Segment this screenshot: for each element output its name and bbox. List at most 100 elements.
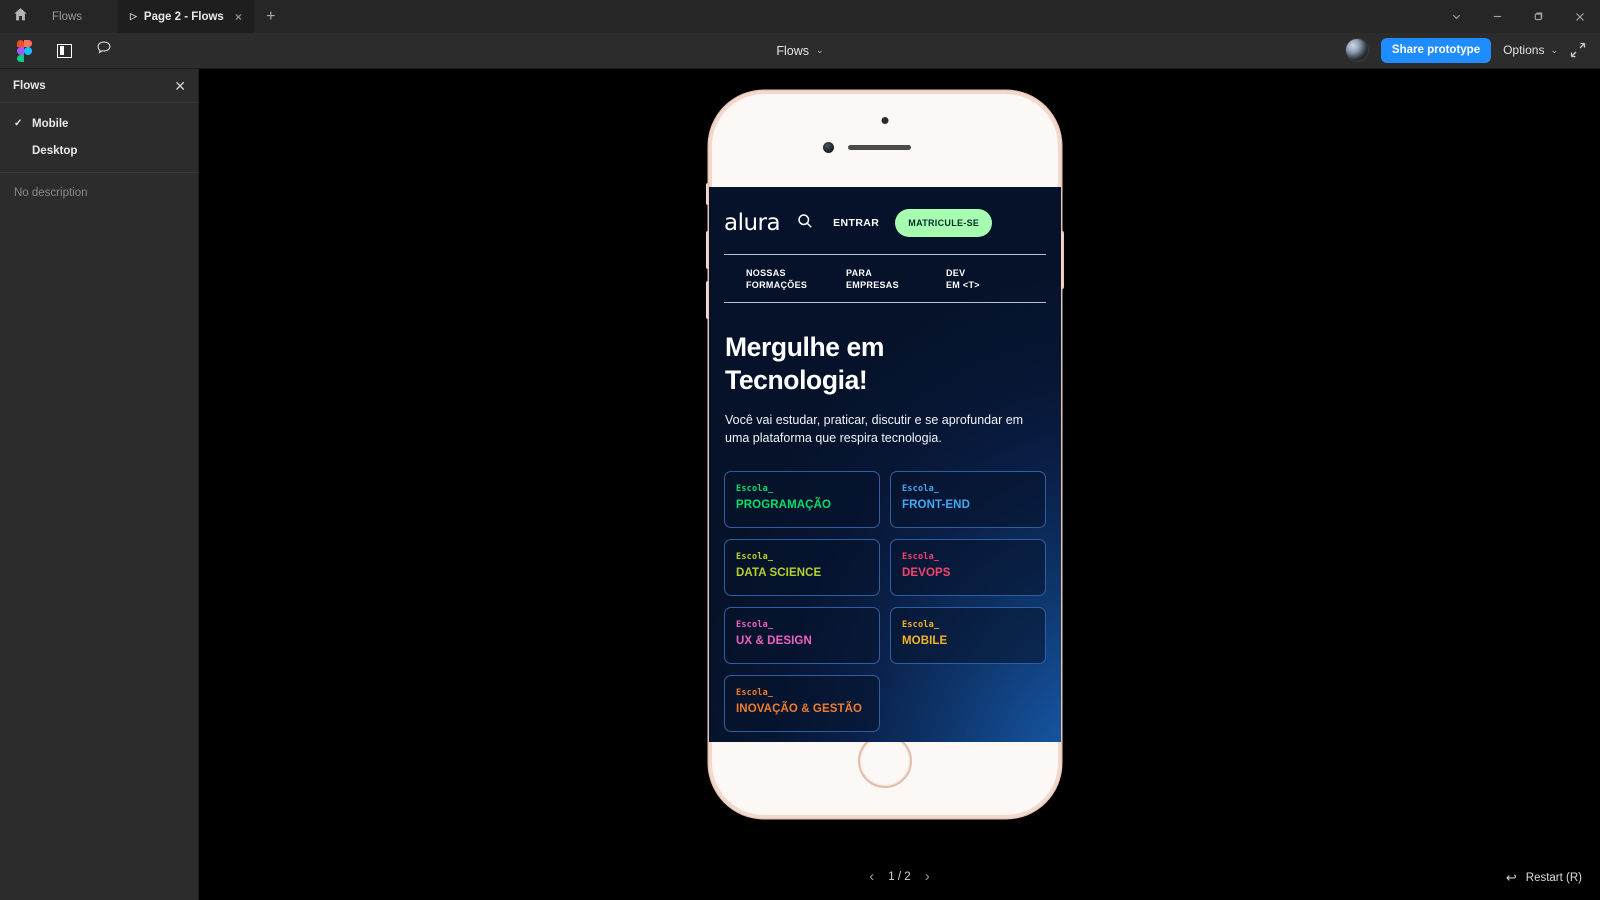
card-title: MOBILE — [902, 635, 948, 648]
fullscreen-button[interactable] — [1570, 42, 1586, 58]
figma-logo-icon — [16, 39, 32, 62]
restart-button[interactable]: ↩ Restart (R) — [1506, 870, 1582, 886]
hero-section: Mergulhe em Tecnologia! Você vai estudar,… — [709, 303, 1061, 447]
chevron-down-icon[interactable] — [1436, 0, 1477, 33]
card-data-science[interactable]: Escola_ DATA SCIENCE — [724, 539, 880, 597]
site-nav: NOSSAS FORMAÇÕES PARA EMPRESAS DEV EM <T… — [724, 255, 1046, 302]
tab-flows[interactable]: Flows — [40, 0, 118, 33]
figma-logo-button[interactable] — [12, 39, 36, 63]
card-kicker: Escola_ — [736, 484, 774, 495]
front-camera-icon — [823, 142, 834, 153]
power-button — [1060, 231, 1064, 289]
card-inovacao-gestao[interactable]: Escola_ INOVAÇÃO & GESTÃO — [724, 675, 880, 733]
nav-item-empresas[interactable]: PARA EMPRESAS — [846, 267, 946, 291]
nav-item-dev-em-t[interactable]: DEV EM <T> — [946, 267, 1046, 291]
layout-panel-toggle[interactable] — [52, 39, 76, 63]
card-title: DATA SCIENCE — [736, 567, 822, 580]
sidebar-title: Flows — [13, 79, 46, 92]
tab-page-2-flows[interactable]: ▷ Page 2 - Flows × — [118, 0, 254, 33]
home-icon — [13, 7, 28, 27]
card-kicker: Escola_ — [736, 552, 774, 563]
sidebar-item-label: Desktop — [32, 144, 78, 157]
nav-line-1: PARA — [846, 268, 873, 278]
minimize-icon[interactable] — [1477, 0, 1518, 33]
page-counter: 1 / 2 — [888, 870, 911, 883]
alura-page: alura ENTRAR MATRICULE-SE NOSSAS FORMAÇÕ… — [709, 187, 1061, 742]
card-kicker: Escola_ — [902, 552, 940, 563]
header-divider-bottom — [724, 302, 1046, 304]
school-cards-grid: Escola_ PROGRAMAÇÃO Escola_ FRONT-END Es… — [724, 471, 1046, 733]
new-tab-button[interactable]: + — [254, 0, 288, 33]
comment-button[interactable] — [92, 39, 116, 63]
home-button[interactable] — [0, 0, 40, 33]
options-button[interactable]: Options ⌄ — [1503, 43, 1558, 57]
card-kicker: Escola_ — [736, 620, 774, 631]
card-programacao[interactable]: Escola_ PROGRAMAÇÃO — [724, 471, 880, 529]
device-screen[interactable]: alura ENTRAR MATRICULE-SE NOSSAS FORMAÇÕ… — [709, 187, 1061, 742]
next-page-button[interactable]: › — [925, 869, 930, 884]
share-prototype-button[interactable]: Share prototype — [1380, 38, 1492, 63]
close-icon[interactable]: × — [235, 11, 242, 23]
sidebar-item-label: Mobile — [32, 117, 69, 130]
sensor-dot — [881, 117, 889, 124]
flow-description: No description — [14, 187, 88, 199]
nav-line-2: EMPRESAS — [846, 280, 899, 291]
enroll-button[interactable]: MATRICULE-SE — [895, 209, 993, 237]
titlebar-spacer — [288, 0, 1436, 33]
card-mobile[interactable]: Escola_ MOBILE — [890, 607, 1046, 665]
site-header: alura ENTRAR MATRICULE-SE NOSSAS FORMAÇÕ… — [709, 187, 1061, 304]
card-devops[interactable]: Escola_ DEVOPS — [890, 539, 1046, 597]
login-link[interactable]: ENTRAR — [833, 217, 879, 229]
chevron-down-icon[interactable]: ⌄ — [816, 45, 824, 56]
card-kicker: Escola_ — [902, 620, 940, 631]
play-icon: ▷ — [130, 11, 137, 21]
comment-bubble-icon — [96, 40, 112, 61]
layout-panel-icon — [56, 43, 72, 58]
nav-item-formacoes[interactable]: NOSSAS FORMAÇÕES — [746, 267, 846, 291]
alura-logo[interactable]: alura — [724, 210, 781, 236]
card-title: DEVOPS — [902, 567, 951, 580]
card-title: FRONT-END — [902, 499, 970, 512]
card-title: PROGRAMAÇÃO — [736, 499, 832, 512]
card-ux-design[interactable]: Escola_ UX & DESIGN — [724, 607, 880, 665]
card-kicker: Escola_ — [902, 484, 940, 495]
card-title: UX & DESIGN — [736, 635, 812, 648]
flows-list: ✓ Mobile Desktop — [0, 103, 198, 173]
sidebar-item-desktop[interactable]: Desktop — [0, 137, 198, 164]
options-label: Options — [1503, 43, 1545, 58]
fullscreen-icon — [1570, 43, 1586, 62]
close-icon[interactable] — [1559, 0, 1600, 33]
tab-label: Flows — [52, 10, 83, 23]
search-icon[interactable] — [797, 213, 813, 234]
device-mockup: alura ENTRAR MATRICULE-SE NOSSAS FORMAÇÕ… — [706, 89, 1064, 820]
nav-line-2: EM <T> — [946, 280, 980, 291]
prototype-toolbar: Flows ⌄ Share prototype Options ⌄ — [0, 33, 1600, 69]
page-navigation: ‹ 1 / 2 › — [199, 853, 1600, 900]
close-icon[interactable]: ✕ — [174, 79, 186, 93]
toolbar-right-group: Share prototype Options ⌄ — [1344, 38, 1600, 63]
previous-page-button[interactable]: ‹ — [869, 869, 874, 884]
nav-line-1: DEV — [946, 268, 966, 278]
sidebar-item-mobile[interactable]: ✓ Mobile — [0, 110, 198, 137]
toolbar-left-group — [0, 39, 116, 63]
nav-line-1: NOSSAS — [746, 268, 786, 278]
prototype-canvas: alura ENTRAR MATRICULE-SE NOSSAS FORMAÇÕ… — [199, 69, 1600, 900]
card-kicker: Escola_ — [736, 688, 774, 699]
prototype-title: Flows — [776, 43, 810, 58]
avatar[interactable] — [1344, 38, 1369, 63]
hero-title-line-2: Tecnologia! — [725, 365, 868, 396]
chevron-down-icon: ⌄ — [1550, 44, 1558, 55]
restart-label: Restart (R) — [1525, 872, 1582, 884]
nav-line-2: FORMAÇÕES — [746, 280, 808, 291]
check-icon: ✓ — [14, 118, 23, 129]
earpiece-speaker — [848, 145, 911, 150]
restart-icon: ↩ — [1505, 870, 1517, 885]
card-front-end[interactable]: Escola_ FRONT-END — [890, 471, 1046, 529]
home-button-icon — [858, 734, 912, 788]
hero-title-line-1: Mergulhe em — [725, 332, 885, 363]
maximize-icon[interactable] — [1518, 0, 1559, 33]
site-header-top: alura ENTRAR MATRICULE-SE — [724, 209, 1046, 237]
tab-label: Page 2 - Flows — [143, 10, 224, 23]
hero-title: Mergulhe em Tecnologia! — [725, 331, 1045, 397]
hero-subtitle: Você vai estudar, praticar, discutir e s… — [725, 413, 1024, 446]
